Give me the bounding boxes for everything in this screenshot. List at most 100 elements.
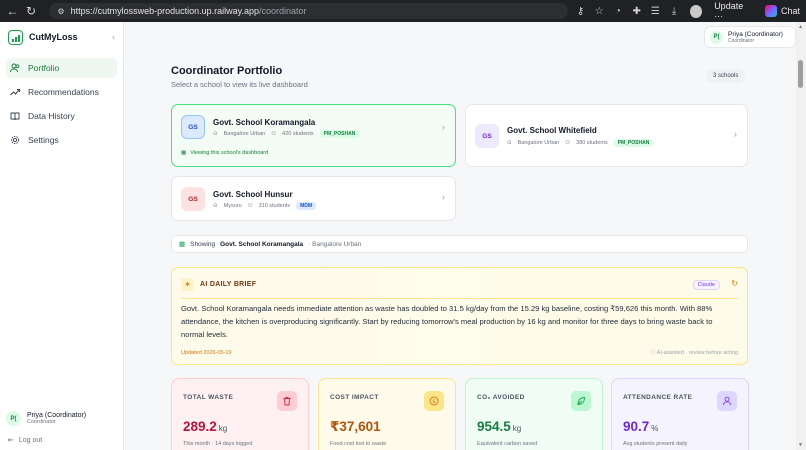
svg-text:$: $	[432, 399, 436, 405]
extension-icon[interactable]: ◔	[612, 6, 625, 17]
person-icon	[717, 391, 737, 411]
page-scrollbar[interactable]: ▲ ▼	[796, 22, 806, 450]
profile-avatar[interactable]	[690, 4, 703, 18]
scrollbar-thumb[interactable]	[798, 60, 803, 88]
sidebar-item-recommendations[interactable]: Recommendations	[6, 82, 117, 102]
leaf-icon	[571, 391, 591, 411]
program-badge: MDM	[296, 202, 317, 210]
location-pin-icon: ⊙	[213, 131, 218, 137]
trash-icon	[277, 391, 297, 411]
students-icon: ⚇	[247, 203, 253, 209]
school-card-hunsur[interactable]: GS Govt. School Hunsur ⊙ Mysuru ⚇ 310 stud…	[171, 176, 456, 221]
brand: CutMyLoss ‹	[0, 22, 123, 52]
scroll-down-icon[interactable]: ▼	[798, 442, 803, 448]
model-badge: Claude	[692, 280, 720, 290]
sidebar-item-settings[interactable]: Settings	[6, 130, 117, 150]
school-meta: ⊙ Mysuru ⚇ 310 students MDM	[213, 202, 317, 210]
book-icon	[10, 111, 20, 121]
address-bar[interactable]: ⚙ https://cutmylossweb-production.up.rai…	[49, 3, 569, 19]
gear-icon	[10, 135, 20, 145]
chevron-right-icon: ›	[442, 122, 445, 132]
school-location: Mysuru	[223, 203, 242, 209]
program-badge: PM_POSHAN	[613, 139, 654, 147]
dashboard-icon: ▦	[179, 241, 186, 248]
brief-header: ✶ AI DAILY BRIEF	[181, 278, 256, 291]
viewing-indicator: ▦ Viewing this school's dashboard	[181, 150, 269, 156]
brief-title: AI DAILY BRIEF	[200, 281, 257, 288]
stat-label: COST IMPACT	[330, 394, 379, 401]
school-card-whitefield[interactable]: GS Govt. School Whitefield ⊙ Bangalore Ur…	[465, 104, 748, 167]
refresh-icon[interactable]: ↻	[731, 279, 738, 288]
stat-value: 289.2 kg	[183, 419, 228, 434]
school-students: 380 students	[576, 140, 608, 146]
sidebar-item-data-history[interactable]: Data History	[6, 106, 117, 126]
sidebar-item-label: Portfolio	[28, 63, 60, 73]
stat-label: CO₂ AVOIDED	[477, 394, 525, 401]
dashboard-icon: ▦	[181, 150, 187, 156]
school-name: Govt. School Koramangala	[213, 118, 316, 127]
school-location: Bangalore Urban	[223, 131, 266, 137]
user-name: Priya (Coordinator)	[27, 412, 87, 419]
school-meta: ⊙ Bangalore Urban ⚇ 380 students PM_POSHAN	[507, 139, 654, 147]
reload-icon[interactable]: ↻	[25, 4, 38, 18]
sidebar-item-label: Data History	[28, 111, 75, 121]
chat-button[interactable]: Chat	[764, 5, 800, 17]
favorites-icon[interactable]: ☰	[649, 6, 662, 17]
showing-prefix: Showing	[190, 240, 216, 248]
avatar: P(	[710, 30, 723, 44]
avatar: P(	[6, 411, 21, 426]
school-students: 420 students	[282, 131, 314, 137]
coin-icon: $	[424, 391, 444, 411]
scroll-up-icon[interactable]: ▲	[798, 24, 803, 30]
chevron-right-icon: ›	[442, 192, 445, 202]
brief-note: ⓘ AI-assisted · review before acting	[649, 350, 738, 356]
chevron-right-icon: ›	[734, 129, 737, 139]
stat-card-attendance-rate: ATTENDANCE RATE 90.7% Avg students prese…	[611, 378, 749, 450]
logout-icon: ⇤	[8, 437, 14, 444]
brand-name: CutMyLoss	[29, 32, 78, 42]
user-role: Coordinator	[27, 419, 56, 425]
key-icon[interactable]: ⚷	[574, 6, 587, 17]
collapse-sidebar-icon[interactable]: ‹	[112, 32, 115, 42]
url-host: https://cutmylossweb-production.up.railw…	[70, 6, 260, 16]
page-title: Coordinator Portfolio	[171, 65, 283, 77]
stat-footnote: Equivalent carbon saved	[477, 441, 538, 447]
stat-value: 90.7%	[623, 419, 659, 434]
school-badge: GS	[181, 115, 205, 139]
main-content: P( Priya (Coordinator) Coordinator Coord…	[125, 22, 796, 450]
sidebar-item-portfolio[interactable]: Portfolio	[6, 58, 117, 78]
update-button[interactable]: Update ···	[714, 1, 751, 21]
students-icon: ⚇	[565, 140, 571, 146]
sidebar-user[interactable]: P( Priya (Coordinator) Coordinator	[6, 411, 86, 426]
showing-school: Govt. School Koramangala	[220, 240, 304, 248]
site-info-icon[interactable]: ⚙	[57, 7, 64, 16]
school-card-koramangala[interactable]: GS Govt. School Koramangala ⊙ Bangalore U…	[171, 104, 456, 167]
page-subtitle: Select a school to view its live dashboa…	[171, 80, 308, 89]
school-name: Govt. School Whitefield	[507, 126, 597, 135]
sidebar: CutMyLoss ‹ Portfolio Recommendations Da…	[0, 22, 124, 450]
puzzle-icon[interactable]: ✚	[630, 6, 643, 17]
header-user-chip[interactable]: P( Priya (Coordinator) Coordinator	[704, 26, 796, 48]
brief-updated: Updated 2026-05-19	[181, 350, 232, 356]
download-icon[interactable]: ⤓	[668, 6, 681, 17]
sparkle-icon: ✶	[181, 278, 194, 291]
bookmark-star-icon[interactable]: ☆	[593, 6, 606, 17]
school-badge: GS	[181, 187, 205, 211]
user-role: Coordinator	[728, 37, 755, 44]
school-location: Bangalore Urban	[517, 140, 560, 146]
back-icon[interactable]: ←	[6, 4, 19, 18]
stat-footnote: This month · 14 days logged	[183, 441, 253, 447]
sidebar-item-label: Settings	[28, 135, 59, 145]
stat-card-cost-impact: COST IMPACT $ ₹37,601 Food cost lost to …	[318, 378, 456, 450]
user-group-icon	[10, 63, 20, 73]
school-meta: ⊙ Bangalore Urban ⚇ 420 students PM_POSHAN	[213, 130, 360, 138]
copilot-icon	[764, 5, 777, 17]
school-badge: GS	[475, 124, 499, 148]
school-name: Govt. School Hunsur	[213, 190, 293, 199]
program-badge: PM_POSHAN	[319, 130, 360, 138]
ai-daily-brief: ✶ AI DAILY BRIEF Claude ↻ Govt. School K…	[171, 267, 748, 365]
showing-bar: ▦ Showing Govt. School Koramangala · Ban…	[171, 235, 748, 253]
logout-button[interactable]: ⇤ Log out	[8, 436, 42, 445]
browser-toolbar: ← ↻ ⚙ https://cutmylossweb-production.up…	[0, 0, 806, 22]
info-icon: ⓘ	[649, 350, 657, 356]
